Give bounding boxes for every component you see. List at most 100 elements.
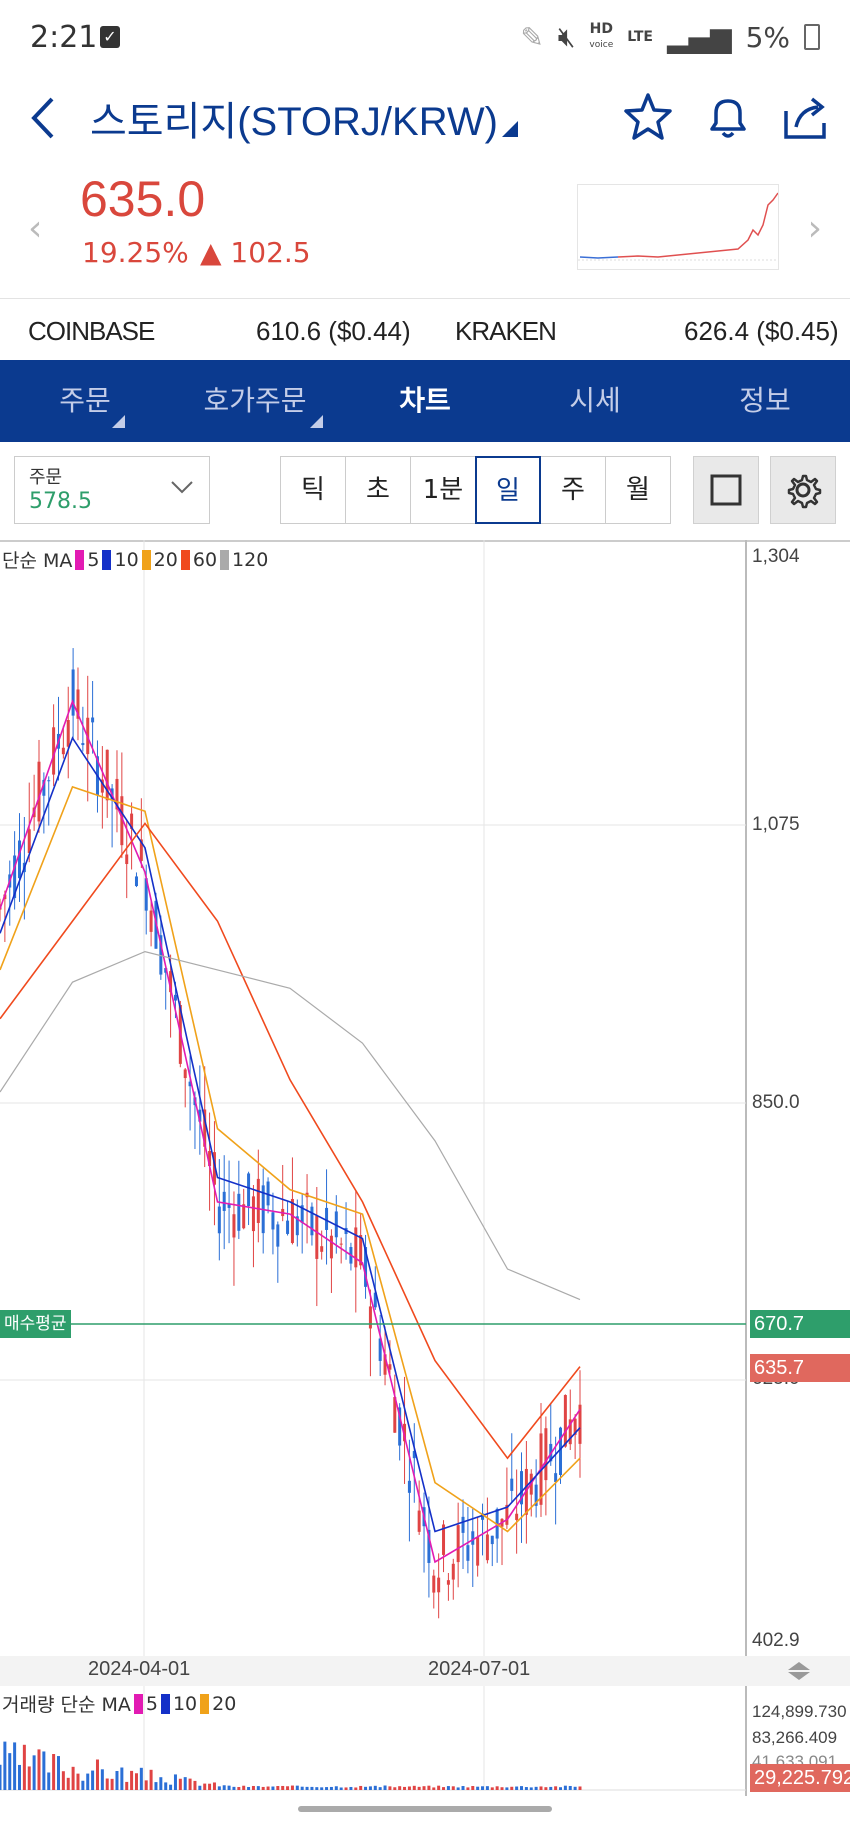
volume-bar	[52, 1754, 56, 1790]
page-title[interactable]: 스토리지(STORJ/KRW)	[90, 89, 498, 147]
volume-bar	[242, 1785, 246, 1790]
candle-body	[490, 1535, 494, 1545]
title-dropdown-icon[interactable]	[502, 121, 518, 137]
volume-bar	[120, 1767, 124, 1790]
ma20-swatch	[141, 549, 151, 570]
volume-bar	[8, 1753, 12, 1790]
volume-bar	[295, 1785, 299, 1790]
volume-bar	[256, 1786, 260, 1790]
tab-chart[interactable]: 차트	[340, 360, 510, 442]
volume-bar	[173, 1774, 177, 1790]
ma-legend: 단순 MA 5 10 20 60 120	[2, 546, 268, 573]
ma120-swatch	[220, 549, 230, 570]
candle-body	[173, 994, 177, 1001]
volume-bar	[227, 1785, 231, 1790]
volume-bar	[22, 1744, 26, 1790]
candle-body	[456, 1525, 460, 1563]
order-select-label: 주문	[29, 467, 63, 488]
candle-body	[91, 717, 95, 723]
volume-bar	[500, 1787, 504, 1790]
tab-order[interactable]: 주문	[0, 360, 170, 442]
ma120-label: 120	[232, 548, 269, 571]
volume-axis-label: 124,899.730	[752, 1702, 847, 1721]
vma5-label: 5	[145, 1692, 158, 1715]
volume-bar	[105, 1778, 109, 1790]
candle-body	[66, 720, 70, 747]
exchange-value: 610.6 ($0.44)	[256, 316, 411, 346]
x-axis-label: 2024-07-01	[428, 1658, 531, 1680]
volume-bar	[71, 1766, 75, 1790]
bell-icon[interactable]	[700, 89, 756, 145]
volume-bar	[393, 1787, 397, 1790]
candle-body	[125, 854, 129, 865]
volume-bar	[364, 1786, 368, 1790]
exchange-name: COINBASE	[28, 316, 155, 346]
price-chart[interactable]	[0, 540, 850, 1660]
volume-bar	[81, 1780, 85, 1790]
volume-bar	[490, 1787, 494, 1790]
volume-bar	[407, 1786, 411, 1790]
candle-body	[466, 1545, 470, 1561]
ma20-label: 20	[153, 548, 178, 571]
volume-bar	[134, 1773, 138, 1790]
volume-bar	[261, 1786, 265, 1790]
volume-bar	[61, 1771, 65, 1790]
volume-bar	[13, 1742, 17, 1790]
home-indicator[interactable]	[298, 1806, 552, 1812]
volume-bar	[37, 1749, 41, 1790]
change-amount: ▲ 102.5	[200, 236, 311, 269]
candle-body	[471, 1531, 475, 1545]
share-icon[interactable]	[778, 89, 834, 145]
period-day[interactable]: 일	[475, 456, 541, 524]
ma60-swatch	[180, 549, 190, 570]
star-icon[interactable]	[620, 89, 676, 145]
back-icon[interactable]	[28, 93, 58, 152]
resize-handle-icon[interactable]	[786, 1660, 812, 1686]
volume-bar	[276, 1786, 280, 1790]
volume-bar	[563, 1785, 567, 1790]
hd-voice-icon: HD voice	[589, 21, 614, 50]
volume-bar	[217, 1786, 221, 1790]
candle-body	[134, 876, 138, 887]
ma-line-60	[0, 822, 581, 1460]
tab-orderbook[interactable]: 호가주문	[170, 360, 340, 442]
period-minute[interactable]: 1분	[410, 456, 476, 524]
tab-info[interactable]: 정보	[680, 360, 850, 442]
volume-bar	[144, 1780, 148, 1790]
period-tick[interactable]: 틱	[280, 456, 346, 524]
candle-body	[217, 1206, 221, 1234]
settings-button[interactable]	[770, 456, 836, 524]
fullscreen-button[interactable]	[693, 456, 759, 524]
volume-bar	[515, 1786, 519, 1790]
volume-bar	[251, 1785, 255, 1790]
volume-bar	[461, 1786, 465, 1790]
tab-dropdown-icon	[112, 415, 125, 428]
period-second[interactable]: 초	[345, 456, 411, 524]
prev-coin-icon[interactable]: ‹	[28, 208, 42, 249]
ma-line-20	[0, 785, 581, 1533]
order-select[interactable]: 주문 578.5	[14, 456, 210, 524]
period-month[interactable]: 월	[605, 456, 671, 524]
volume-bar	[212, 1782, 216, 1790]
volume-bar	[481, 1786, 485, 1790]
volume-bar	[66, 1777, 70, 1790]
mini-chart[interactable]	[577, 184, 779, 270]
ma10-swatch	[102, 549, 112, 570]
volume-bar	[549, 1786, 553, 1790]
volume-bar	[159, 1777, 163, 1790]
candle-body	[251, 1196, 255, 1232]
volume-bar	[115, 1771, 119, 1790]
tab-quotes[interactable]: 시세	[510, 360, 680, 442]
volume-bar	[359, 1785, 363, 1790]
candle-body	[242, 1204, 246, 1229]
volume-bar	[32, 1755, 36, 1790]
volume-bar	[17, 1764, 21, 1790]
period-week[interactable]: 주	[540, 456, 606, 524]
ma5-swatch	[75, 549, 85, 570]
gear-icon	[787, 474, 822, 509]
volume-bar	[446, 1786, 450, 1790]
volume-bar	[471, 1786, 475, 1790]
volume-bar	[403, 1786, 407, 1790]
volume-bar	[95, 1759, 99, 1790]
next-coin-icon[interactable]: ›	[808, 208, 822, 249]
